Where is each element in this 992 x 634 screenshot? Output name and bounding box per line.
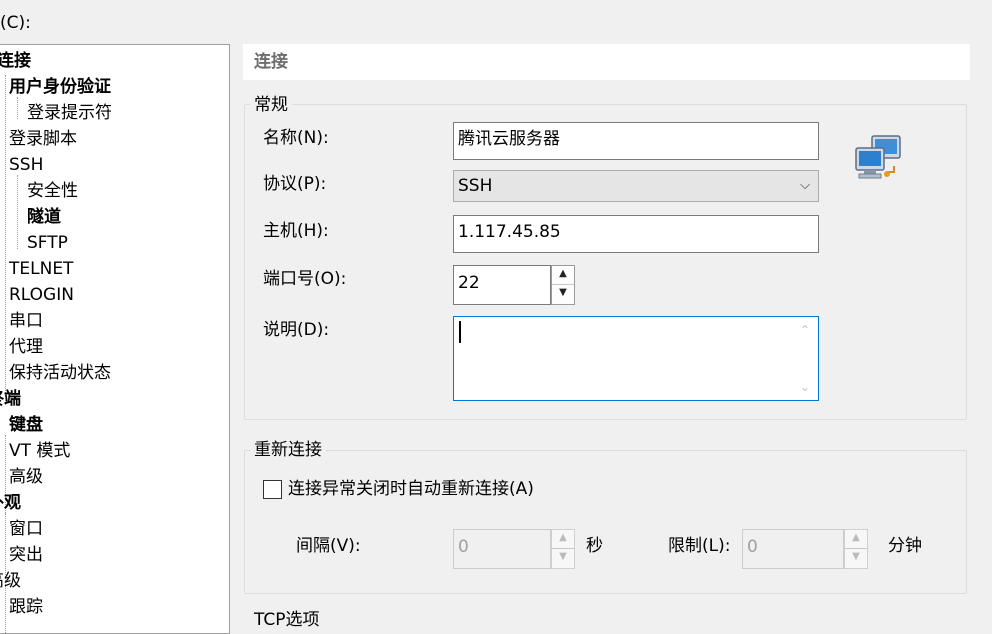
tree-guide-line: [5, 75, 6, 405]
limit-field[interactable]: 0: [742, 529, 844, 569]
tree-item-keepalive[interactable]: 保持活动状态: [9, 360, 111, 386]
tree-item-login-scripts[interactable]: 登录脚本: [9, 126, 77, 152]
reconnect-group-label: 重新连接: [250, 440, 326, 460]
spin-down-icon[interactable]: ▼: [845, 549, 867, 568]
description-label: 说明(D):: [263, 320, 330, 340]
tree-item-login-prompts[interactable]: 登录提示符: [27, 100, 112, 126]
tree-item-rlogin[interactable]: RLOGIN: [9, 282, 74, 308]
tree-guide-line: [17, 97, 18, 119]
tcp-group-label: TCP选项: [250, 610, 324, 630]
tree-item-appearance[interactable]: 外观: [0, 490, 21, 516]
host-label: 主机(H):: [263, 221, 329, 241]
limit-label: 限制(L):: [668, 536, 731, 556]
interval-label: 间隔(V):: [296, 536, 361, 556]
spin-up-icon[interactable]: ▲: [845, 530, 867, 549]
tree-item-ssh[interactable]: SSH: [9, 152, 43, 178]
spin-up-icon[interactable]: ▲: [552, 530, 574, 549]
protocol-select-value: SSH: [458, 176, 493, 196]
port-label: 端口号(O):: [263, 269, 347, 289]
description-scrollbar[interactable]: ⌃ ⌄: [792, 317, 818, 400]
protocol-label: 协议(P):: [263, 174, 327, 194]
scroll-down-icon[interactable]: ⌄: [792, 380, 818, 394]
interval-unit: 秒: [586, 536, 603, 556]
tree-item-trace[interactable]: 跟踪: [9, 594, 43, 620]
scroll-up-icon[interactable]: ⌃: [792, 323, 818, 337]
tree-item-terminal-advanced[interactable]: 高级: [9, 464, 43, 490]
tree-item-auth[interactable]: 用户身份验证: [9, 74, 111, 100]
category-tree[interactable]: 连接 用户身份验证 登录提示符 登录脚本 SSH 安全性 隧道 SFTP TEL…: [0, 44, 230, 634]
auto-reconnect-checkbox[interactable]: [263, 480, 282, 499]
tree-item-keyboard[interactable]: 键盘: [9, 412, 43, 438]
general-group-label: 常规: [250, 95, 292, 115]
top-label: (C):: [0, 13, 31, 33]
interval-field[interactable]: 0: [453, 529, 551, 569]
name-field[interactable]: 腾讯云服务器: [453, 122, 819, 160]
name-label: 名称(N):: [263, 128, 329, 148]
tree-item-security[interactable]: 安全性: [27, 178, 78, 204]
auto-reconnect-label[interactable]: 连接异常关闭时自动重新连接(A): [288, 478, 534, 500]
spin-down-icon[interactable]: ▼: [552, 285, 574, 304]
tree-item-vt-mode[interactable]: VT 模式: [9, 438, 70, 464]
interval-stepper[interactable]: ▲ ▼: [551, 529, 575, 569]
spin-down-icon[interactable]: ▼: [552, 549, 574, 568]
tree-item-terminal[interactable]: 终端: [0, 386, 21, 412]
text-caret: [459, 321, 461, 343]
reconnect-group: [244, 450, 967, 594]
chevron-down-icon: ⌵: [800, 178, 810, 193]
tree-item-advanced[interactable]: 高级: [0, 568, 21, 594]
tree-item-window[interactable]: 窗口: [9, 516, 43, 542]
tree-item-highlight[interactable]: 突出: [9, 542, 43, 568]
port-stepper[interactable]: ▲ ▼: [551, 265, 575, 305]
panel-title: 连接: [243, 44, 970, 80]
tree-item-serial[interactable]: 串口: [9, 308, 43, 334]
tree-item-tunnel[interactable]: 隧道: [27, 204, 61, 230]
tree-item-sftp[interactable]: SFTP: [27, 230, 68, 256]
tree-guide-line: [17, 175, 18, 249]
network-computers-icon: [854, 134, 906, 184]
limit-unit: 分钟: [888, 536, 922, 556]
port-field[interactable]: 22: [453, 265, 551, 305]
description-textarea[interactable]: ⌃ ⌄: [453, 316, 819, 401]
tree-item-connection[interactable]: 连接: [0, 48, 31, 74]
tree-item-telnet[interactable]: TELNET: [9, 256, 73, 282]
tree-item-proxy[interactable]: 代理: [9, 334, 43, 360]
host-field[interactable]: 1.117.45.85: [453, 215, 819, 253]
limit-stepper[interactable]: ▲ ▼: [844, 529, 868, 569]
protocol-select[interactable]: SSH ⌵: [453, 170, 819, 202]
spin-up-icon[interactable]: ▲: [552, 266, 574, 285]
